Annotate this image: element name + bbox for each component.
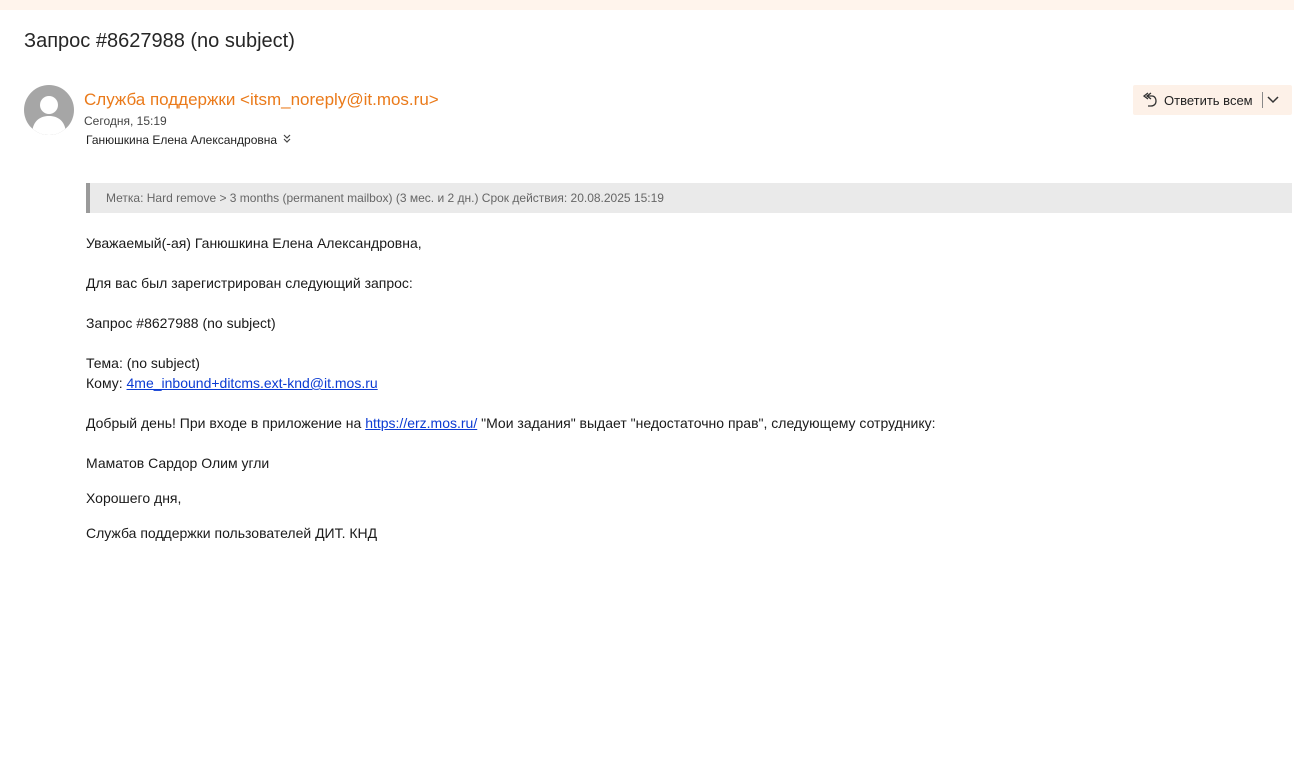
top-strip <box>0 0 1294 10</box>
email-date: Сегодня, 15:19 <box>84 114 167 128</box>
request-line: Запрос #8627988 (no subject) <box>86 315 276 331</box>
to-prefix: Кому: <box>86 375 127 391</box>
registered-line: Для вас был зарегистрирован следующий за… <box>86 275 413 291</box>
double-chevron-down-icon <box>283 134 291 147</box>
signature-line: Служба поддержки пользователей ДИТ. КНД <box>86 525 378 541</box>
email-subject: Запрос #8627988 (no subject) <box>24 30 295 52</box>
to-address-link[interactable]: 4me_inbound+ditcms.ext-knd@it.mos.ru <box>127 375 378 391</box>
message-prefix: Добрый день! При входе в приложение на <box>86 415 366 431</box>
topic-line: Тема: (no subject) <box>86 355 200 371</box>
erz-link[interactable]: https://erz.mos.ru/ <box>365 415 477 431</box>
to-line: Кому: 4me_inbound+ditcms.ext-knd@it.mos.… <box>86 373 936 393</box>
reply-dropdown-button[interactable] <box>1263 85 1283 115</box>
employee-line: Маматов Сардор Олим угли <box>86 455 270 471</box>
chevron-down-icon <box>1267 91 1279 109</box>
retention-label-bar: Метка: Hard remove > 3 months (permanent… <box>86 183 1292 213</box>
reply-all-group: Ответить всем <box>1133 85 1292 115</box>
sender-name[interactable]: Служба поддержки <itsm_noreply@it.mos.ru… <box>84 90 439 110</box>
reply-all-icon <box>1142 92 1158 108</box>
retention-label-text: Метка: Hard remove > 3 months (permanent… <box>106 191 664 205</box>
person-icon <box>24 85 74 135</box>
recipient-toggle[interactable]: Ганюшкина Елена Александровна <box>86 133 291 147</box>
greeting-line: Уважаемый(-ая) Ганюшкина Елена Александр… <box>86 235 422 251</box>
message-line: Добрый день! При входе в приложение на h… <box>86 413 936 433</box>
reply-all-button[interactable]: Ответить всем <box>1133 85 1253 115</box>
closing-line: Хорошего дня, <box>86 490 182 506</box>
recipient-name: Ганюшкина Елена Александровна <box>86 133 278 147</box>
reply-all-label: Ответить всем <box>1164 92 1253 108</box>
email-body: Уважаемый(-ая) Ганюшкина Елена Александр… <box>86 233 936 543</box>
message-suffix: "Мои задания" выдает "недостаточно прав"… <box>477 415 936 431</box>
